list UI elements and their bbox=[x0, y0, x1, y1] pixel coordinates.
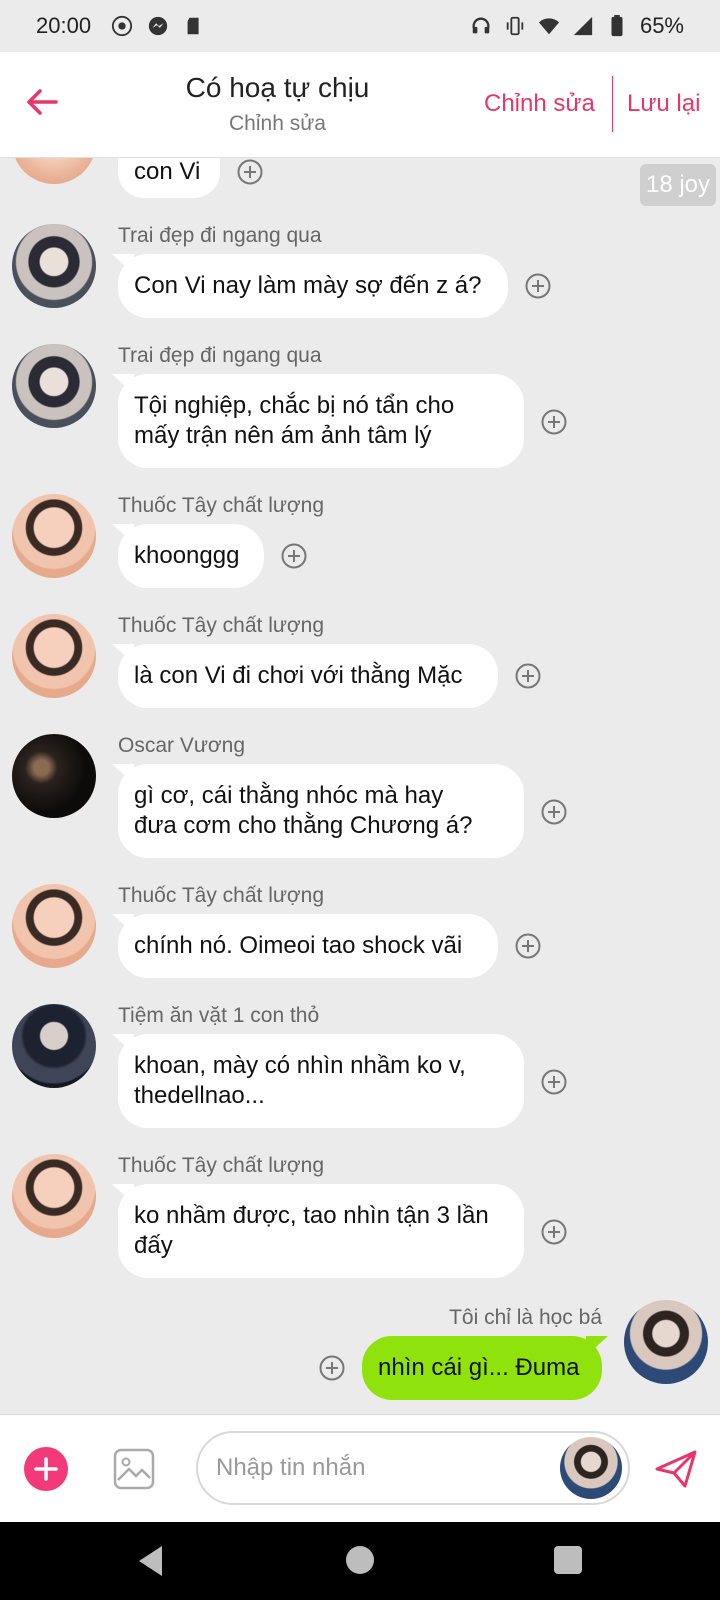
message-bubble[interactable]: chính nó. Oimeoi tao shock vãi bbox=[118, 914, 498, 978]
message-line: gì cơ, cái thằng nhóc mà hay bbox=[134, 782, 444, 809]
message-line: đấy bbox=[134, 1232, 173, 1259]
vibrate-icon bbox=[506, 16, 524, 36]
message-line: nhìn cái gì... Đuma bbox=[378, 1354, 580, 1381]
message-bubble[interactable]: là con Vi đi chơi với thằng Mặc bbox=[118, 644, 498, 708]
sender-name: Trai đẹp đi ngang qua bbox=[118, 344, 322, 367]
add-reaction-icon[interactable] bbox=[236, 158, 264, 186]
message-line: khoan, mày có nhìn nhầm ko v, bbox=[134, 1052, 466, 1079]
avatar[interactable] bbox=[12, 734, 96, 818]
status-time: 20:00 bbox=[36, 13, 92, 38]
message-bubble[interactable]: Con Vi nay làm mày sợ đến z á? bbox=[118, 254, 508, 318]
battery-percentage: 65% bbox=[639, 13, 684, 38]
messenger-icon bbox=[148, 16, 168, 36]
save-button[interactable]: Lưu lại bbox=[627, 90, 700, 118]
message-line: mấy trận nên ám ảnh tâm lý bbox=[134, 422, 432, 449]
sender-name: Tiệm ăn vặt 1 con thỏ bbox=[118, 1004, 320, 1027]
battery-icon bbox=[611, 15, 623, 37]
add-reaction-icon[interactable] bbox=[524, 272, 552, 300]
message-line: Tội nghiệp, chắc bị nó tẩn cho bbox=[134, 392, 455, 419]
message-bubble[interactable]: khoonggg bbox=[118, 524, 264, 588]
plus-icon bbox=[34, 1457, 58, 1481]
message-bubble[interactable]: ko nhầm được, tao nhìn tận 3 lần đấy bbox=[118, 1184, 524, 1278]
message-input[interactable] bbox=[216, 1445, 546, 1491]
avatar[interactable] bbox=[12, 224, 96, 308]
wifi-icon bbox=[538, 18, 560, 35]
system-navigation-bar bbox=[0, 1522, 720, 1600]
message-text: con Vi bbox=[134, 158, 201, 185]
message-line: là con Vi đi chơi với thằng Mặc bbox=[134, 662, 463, 689]
add-reaction-icon[interactable] bbox=[318, 1354, 346, 1382]
avatar[interactable] bbox=[12, 1154, 96, 1238]
avatar[interactable] bbox=[12, 344, 96, 428]
page-title: Có hoạ tự chịu bbox=[185, 72, 370, 103]
sd-card-icon bbox=[187, 17, 199, 35]
add-reaction-icon[interactable] bbox=[540, 408, 568, 436]
status-bar: 20:00 65% bbox=[0, 0, 720, 52]
back-arrow-icon[interactable] bbox=[22, 82, 62, 122]
message-input-wrapper bbox=[196, 1431, 630, 1505]
add-reaction-icon[interactable] bbox=[514, 932, 542, 960]
message-line: Con Vi nay làm mày sợ đến z á? bbox=[134, 272, 482, 299]
message-bubble[interactable]: gì cơ, cái thằng nhóc mà hay đưa cơm cho… bbox=[118, 764, 524, 858]
message-line: thedellnao... bbox=[134, 1082, 265, 1109]
sender-avatar-selector[interactable] bbox=[560, 1437, 622, 1499]
message-line: đưa cơm cho thằng Chương á? bbox=[134, 812, 473, 839]
message-line: khoonggg bbox=[134, 542, 240, 569]
nav-recents-icon[interactable] bbox=[554, 1546, 582, 1574]
chat-header: Có hoạ tự chịu Chỉnh sửa Chỉnh sửa Lưu l… bbox=[0, 52, 720, 158]
message-composer bbox=[0, 1414, 720, 1522]
sender-name: Thuốc Tây chất lượng bbox=[118, 614, 325, 637]
eye-icon bbox=[111, 15, 133, 37]
avatar[interactable] bbox=[624, 1300, 708, 1384]
sender-name: Thuốc Tây chất lượng bbox=[118, 884, 325, 907]
sender-name: Trai đẹp đi ngang qua bbox=[118, 224, 322, 247]
avatar[interactable] bbox=[12, 1004, 96, 1088]
joy-count-badge: 18 joy bbox=[640, 164, 716, 206]
add-reaction-icon[interactable] bbox=[514, 662, 542, 690]
message-bubble[interactable]: Tội nghiệp, chắc bị nó tẩn cho mấy trận … bbox=[118, 374, 524, 468]
sender-name: Thuốc Tây chất lượng bbox=[118, 1154, 325, 1177]
headphones-icon bbox=[472, 17, 490, 34]
add-reaction-icon[interactable] bbox=[540, 798, 568, 826]
send-icon[interactable] bbox=[654, 1449, 698, 1489]
add-reaction-icon[interactable] bbox=[540, 1068, 568, 1096]
my-message-bubble[interactable]: nhìn cái gì... Đuma bbox=[362, 1336, 602, 1400]
avatar[interactable] bbox=[12, 158, 96, 184]
add-reaction-icon[interactable] bbox=[280, 542, 308, 570]
nav-back-icon[interactable] bbox=[136, 1544, 166, 1578]
avatar[interactable] bbox=[12, 614, 96, 698]
image-icon[interactable] bbox=[112, 1447, 156, 1491]
signal-icon bbox=[573, 16, 593, 36]
page-subtitle: Chỉnh sửa bbox=[229, 112, 326, 135]
title-block: Có hoạ tự chịu Chỉnh sửa bbox=[155, 72, 400, 136]
add-button[interactable] bbox=[24, 1447, 68, 1491]
header-divider bbox=[612, 76, 613, 132]
message-line: chính nó. Oimeoi tao shock vãi bbox=[134, 932, 463, 959]
message-bubble: con Vi bbox=[118, 158, 220, 198]
sender-name: Tôi chỉ là học bá bbox=[449, 1306, 602, 1329]
sender-name: Oscar Vương bbox=[118, 734, 246, 757]
sender-name: Thuốc Tây chất lượng bbox=[118, 494, 325, 517]
nav-home-icon[interactable] bbox=[346, 1546, 374, 1574]
avatar[interactable] bbox=[12, 884, 96, 968]
avatar[interactable] bbox=[12, 494, 96, 578]
edit-button[interactable]: Chỉnh sửa bbox=[484, 90, 595, 118]
add-reaction-icon[interactable] bbox=[540, 1218, 568, 1246]
message-list[interactable]: con Vi 18 joy Trai đẹp đi ngang qua Con … bbox=[0, 158, 720, 1414]
message-bubble[interactable]: khoan, mày có nhìn nhầm ko v, thedellnao… bbox=[118, 1034, 524, 1128]
message-line: ko nhầm được, tao nhìn tận 3 lần bbox=[134, 1202, 489, 1229]
